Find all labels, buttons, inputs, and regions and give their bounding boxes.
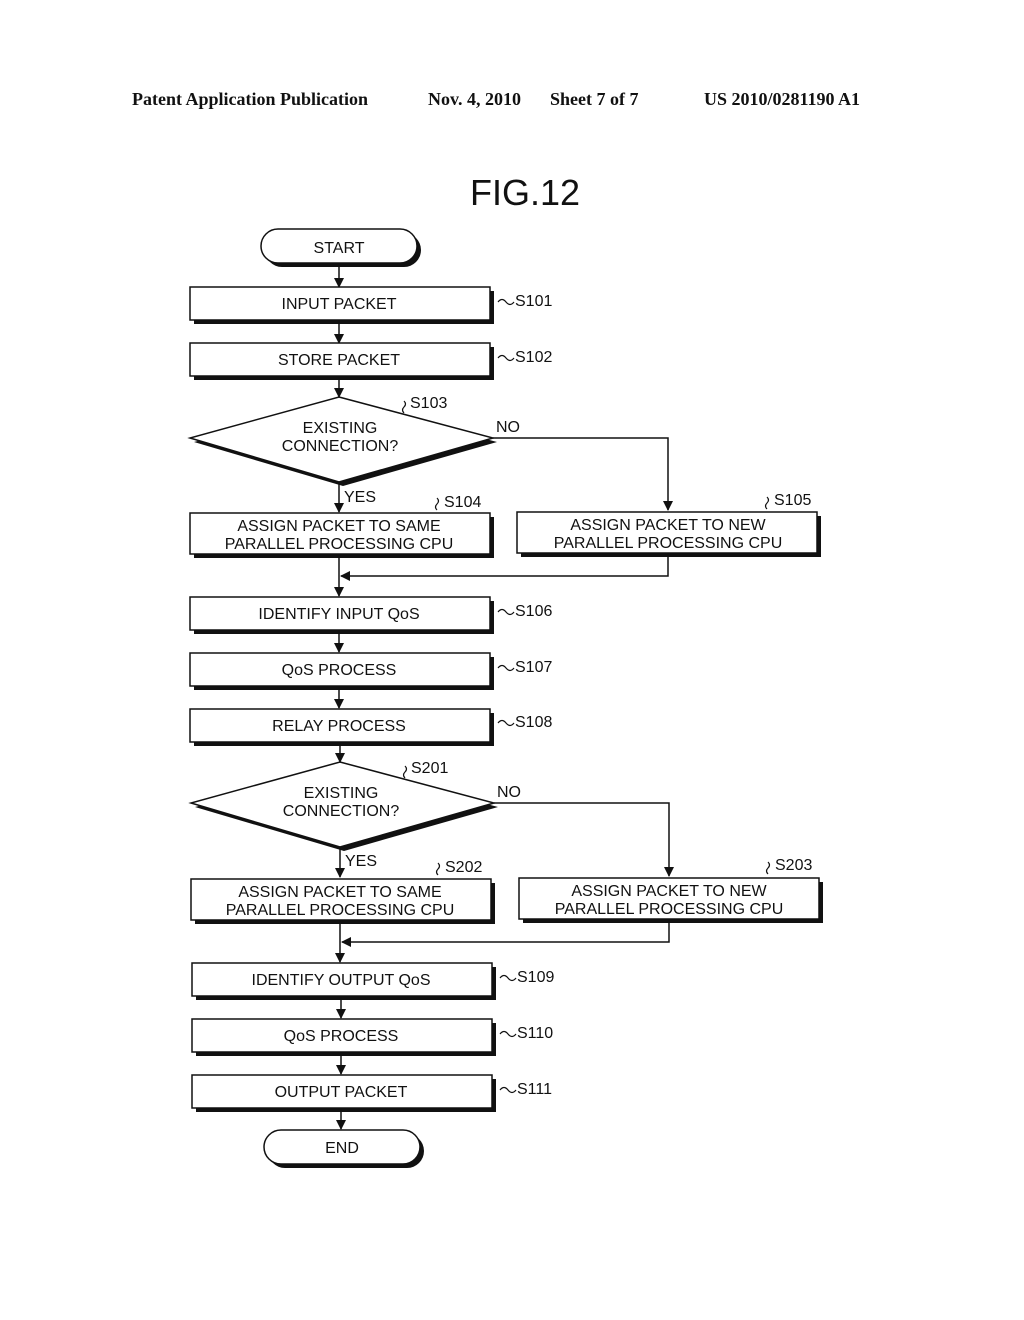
step-s101: INPUT PACKET S101: [189, 286, 552, 324]
step-s203: ASSIGN PACKET TO NEW PARALLEL PROCESSING…: [518, 857, 823, 923]
leader-icon: [435, 862, 441, 876]
step-s109: IDENTIFY OUTPUT QoS S109: [191, 962, 554, 1000]
step-id: S111: [517, 1081, 552, 1098]
yes-label: YES: [345, 853, 377, 870]
step-s202: ASSIGN PACKET TO SAME PARALLEL PROCESSIN…: [190, 859, 495, 924]
step-id: S101: [515, 293, 552, 310]
arrow: [494, 802, 674, 877]
start-terminal: START: [260, 228, 421, 267]
step-label: STORE PACKET: [278, 352, 400, 369]
leader-icon: [402, 765, 408, 779]
step-line1: ASSIGN PACKET TO NEW: [570, 517, 766, 534]
step-s105: ASSIGN PACKET TO NEW PARALLEL PROCESSING…: [516, 492, 821, 557]
leader-icon: [499, 1030, 517, 1038]
step-label: OUTPUT PACKET: [275, 1084, 408, 1101]
end-label: END: [325, 1140, 359, 1157]
decision-s201: EXISTING CONNECTION? S201 NO YES: [188, 760, 521, 870]
step-label: QoS PROCESS: [282, 662, 397, 679]
step-line2: PARALLEL PROCESSING CPU: [555, 901, 784, 918]
flowchart: START INPUT PACKET S101 STORE PACKET S10…: [187, 228, 823, 1168]
step-label: IDENTIFY INPUT QoS: [258, 606, 419, 623]
step-s107: QoS PROCESS S107: [189, 652, 552, 690]
start-label: START: [314, 240, 365, 257]
leader-icon: [497, 298, 515, 306]
step-id: S103: [410, 395, 447, 412]
decision-s103: EXISTING CONNECTION? S103 NO YES: [187, 395, 520, 506]
step-id: S203: [775, 857, 812, 874]
leader-icon: [497, 719, 515, 727]
arrow: [493, 437, 673, 511]
step-s111: OUTPUT PACKET S111: [191, 1074, 552, 1112]
leader-icon: [401, 400, 407, 414]
leader-icon: [497, 664, 515, 672]
leader-icon: [497, 354, 515, 362]
leader-icon: [499, 974, 517, 982]
step-s110: QoS PROCESS S110: [191, 1018, 553, 1056]
decision-line1: EXISTING: [303, 420, 378, 437]
step-s102: STORE PACKET S102: [189, 342, 552, 380]
step-id: S107: [515, 659, 552, 676]
no-label: NO: [497, 784, 521, 801]
step-id: S104: [444, 494, 481, 511]
leader-icon: [765, 861, 771, 875]
step-line1: ASSIGN PACKET TO SAME: [238, 884, 441, 901]
step-s104: ASSIGN PACKET TO SAME PARALLEL PROCESSIN…: [189, 494, 494, 558]
leader-icon: [764, 496, 770, 510]
leader-icon: [499, 1086, 517, 1094]
step-label: INPUT PACKET: [282, 296, 397, 313]
step-id: S105: [774, 492, 811, 509]
step-s106: IDENTIFY INPUT QoS S106: [189, 596, 552, 634]
step-line2: PARALLEL PROCESSING CPU: [226, 902, 455, 919]
decision-line2: CONNECTION?: [282, 438, 399, 455]
decision-line1: EXISTING: [304, 785, 379, 802]
step-label: RELAY PROCESS: [272, 718, 406, 735]
step-id: S110: [517, 1025, 553, 1042]
step-line2: PARALLEL PROCESSING CPU: [225, 536, 454, 553]
step-s108: RELAY PROCESS S108: [189, 708, 552, 746]
step-id: S202: [445, 859, 482, 876]
step-line1: ASSIGN PACKET TO SAME: [237, 518, 440, 535]
step-id: S106: [515, 603, 552, 620]
step-id: S201: [411, 760, 448, 777]
step-id: S102: [515, 349, 552, 366]
step-label: QoS PROCESS: [284, 1028, 399, 1045]
yes-label: YES: [344, 489, 376, 506]
step-label: IDENTIFY OUTPUT QoS: [252, 972, 431, 989]
end-terminal: END: [263, 1129, 424, 1168]
leader-icon: [434, 497, 440, 511]
no-label: NO: [496, 419, 520, 436]
step-id: S108: [515, 714, 552, 731]
step-line1: ASSIGN PACKET TO NEW: [571, 883, 767, 900]
leader-icon: [497, 608, 515, 616]
step-line2: PARALLEL PROCESSING CPU: [554, 535, 783, 552]
decision-line2: CONNECTION?: [283, 803, 400, 820]
step-id: S109: [517, 969, 554, 986]
